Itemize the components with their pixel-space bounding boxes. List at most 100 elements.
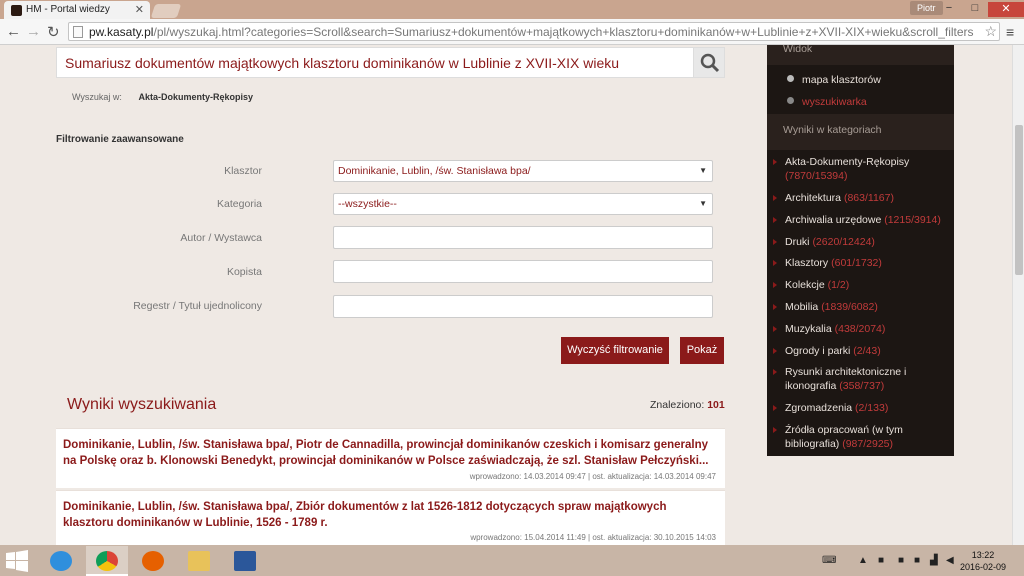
klasztor-select[interactable]: Dominikanie, Lublin, /św. Stanisława bpa… bbox=[333, 160, 713, 182]
sidebar-categories-title: Wyniki w kategoriach bbox=[767, 114, 954, 150]
page-icon bbox=[73, 26, 83, 38]
chevron-right-icon bbox=[773, 369, 777, 375]
scrollbar-thumb[interactable] bbox=[1015, 125, 1023, 275]
found-label: Znaleziono: bbox=[650, 399, 705, 411]
category-name: Zgromadzenia bbox=[785, 402, 853, 414]
sidebar-category[interactable]: Druki (2620/12424) bbox=[773, 235, 945, 249]
chevron-right-icon bbox=[773, 260, 777, 266]
sidebar-link-label: wyszukiwarka bbox=[802, 96, 867, 108]
chevron-right-icon bbox=[773, 282, 777, 288]
network-icon[interactable]: ▟ bbox=[930, 555, 938, 566]
close-window-icon[interactable]: ✕ bbox=[988, 2, 1024, 17]
browser-toolbar: ← → ↻ pw.kasaty.pl/pl/wyszukaj.html?cate… bbox=[0, 19, 1024, 45]
new-tab-button[interactable] bbox=[150, 4, 182, 18]
forward-arrow-icon[interactable]: → bbox=[26, 23, 41, 40]
dropdown-arrow-icon: ▼ bbox=[699, 199, 707, 208]
chevron-right-icon bbox=[773, 427, 777, 433]
tray-app-icon[interactable]: ■ bbox=[878, 555, 884, 566]
sidebar-category[interactable]: Ogrody i parki (2/43) bbox=[773, 344, 945, 358]
volume-icon[interactable]: ◀ bbox=[946, 555, 954, 566]
dropdown-arrow-icon: ▼ bbox=[699, 166, 707, 175]
page-scrollbar[interactable] bbox=[1012, 45, 1024, 545]
sidebar-category[interactable]: Akta-Dokumenty-Rękopisy (7870/15394) bbox=[773, 155, 945, 183]
result-link[interactable]: Dominikanie, Lublin, /św. Stanisława bpa… bbox=[63, 499, 718, 531]
category-count: (1215/3914) bbox=[884, 214, 941, 226]
result-item: Dominikanie, Lublin, /św. Stanisława bpa… bbox=[56, 428, 725, 488]
search-input[interactable]: Sumariusz dokumentów majątkowych klaszto… bbox=[56, 47, 725, 78]
sidebar-category[interactable]: Architektura (863/1167) bbox=[773, 191, 945, 205]
search-scope-label: Wyszukaj w: bbox=[72, 92, 122, 102]
taskbar-firefox[interactable] bbox=[132, 546, 174, 576]
results-count: Znaleziono: 101 bbox=[650, 399, 725, 411]
category-count: (1/2) bbox=[827, 279, 850, 291]
system-clock[interactable]: 13:22 2016-02-09 bbox=[958, 549, 1008, 573]
kategoria-select[interactable]: --wszystkie-- ▼ bbox=[333, 193, 713, 215]
back-arrow-icon[interactable]: ← bbox=[6, 23, 21, 40]
page-content: Sumariusz dokumentów majątkowych klaszto… bbox=[0, 45, 1012, 545]
word-icon bbox=[234, 551, 256, 571]
taskbar-chrome[interactable] bbox=[86, 546, 128, 576]
sidebar-category[interactable]: Kolekcje (1/2) bbox=[773, 278, 945, 292]
autor-input[interactable] bbox=[333, 226, 713, 249]
show-button[interactable]: Pokaż bbox=[680, 337, 724, 364]
result-link[interactable]: Dominikanie, Lublin, /św. Stanisława bpa… bbox=[63, 437, 718, 469]
category-name: Ogrody i parki bbox=[785, 345, 851, 357]
result-meta: wprowadzono: 15.04.2014 11:49 | ost. akt… bbox=[470, 533, 716, 542]
browser-menu-icon[interactable]: ≡ bbox=[1006, 24, 1014, 40]
sidebar-category[interactable]: Archiwalia urzędowe (1215/3914) bbox=[773, 213, 945, 227]
found-count: 101 bbox=[707, 399, 725, 411]
category-count: (7870/15394) bbox=[785, 170, 848, 182]
clock-date: 2016-02-09 bbox=[959, 562, 1007, 572]
tab-title: HM - Portal wiedzy bbox=[26, 4, 110, 15]
filter-label-kopista: Kopista bbox=[226, 266, 262, 278]
sidebar-link-search[interactable]: wyszukiwarka bbox=[787, 96, 867, 108]
category-name: Mobilia bbox=[785, 301, 819, 313]
site-favicon-icon bbox=[11, 5, 22, 16]
sidebar: Widok mapa klasztorów wyszukiwarka Wynik… bbox=[767, 45, 954, 456]
maximize-icon[interactable]: □ bbox=[962, 2, 988, 14]
tray-chevron-icon[interactable]: ▲ bbox=[858, 555, 868, 566]
category-name: Akta-Dokumenty-Rękopisy bbox=[785, 156, 910, 168]
taskbar-ie[interactable] bbox=[40, 546, 82, 576]
result-meta: wprowadzono: 14.03.2014 09:47 | ost. akt… bbox=[469, 472, 716, 481]
sidebar-category[interactable]: Mobilia (1839/6082) bbox=[773, 300, 945, 314]
browser-tab-bar: HM - Portal wiedzy ✕ Piotr − □ ✕ bbox=[0, 0, 1024, 19]
klasztor-value: Dominikanie, Lublin, /św. Stanisława bpa… bbox=[338, 165, 531, 177]
sidebar-category[interactable]: Źródła opracowań (w tym bibliografia) (9… bbox=[773, 423, 945, 451]
chevron-right-icon bbox=[773, 217, 777, 223]
sidebar-link-map[interactable]: mapa klasztorów bbox=[787, 74, 881, 86]
category-count: (863/1167) bbox=[843, 192, 894, 204]
result-item: Dominikanie, Lublin, /św. Stanisława bpa… bbox=[56, 490, 725, 545]
search-scope: Wyszukaj w: Akta-Dokumenty-Rękopisy bbox=[72, 92, 253, 102]
chevron-right-icon bbox=[773, 326, 777, 332]
chevron-right-icon bbox=[773, 159, 777, 165]
chevron-right-icon bbox=[773, 348, 777, 354]
close-tab-icon[interactable]: ✕ bbox=[135, 3, 144, 16]
sidebar-category[interactable]: Klasztory (601/1732) bbox=[773, 256, 945, 270]
internet-explorer-icon bbox=[50, 551, 72, 571]
kopista-input[interactable] bbox=[333, 260, 713, 283]
firefox-icon bbox=[142, 551, 164, 571]
reload-icon[interactable]: ↻ bbox=[47, 23, 60, 41]
taskbar-word[interactable] bbox=[224, 546, 266, 576]
tray-app-icon[interactable]: ■ bbox=[914, 555, 920, 566]
category-count: (2/133) bbox=[855, 402, 889, 414]
sidebar-category[interactable]: Zgromadzenia (2/133) bbox=[773, 401, 945, 415]
sidebar-category[interactable]: Muzykalia (438/2074) bbox=[773, 322, 945, 336]
search-button[interactable] bbox=[693, 48, 724, 77]
tray-app-icon[interactable]: ■ bbox=[898, 555, 904, 566]
minimize-icon[interactable]: − bbox=[936, 2, 962, 14]
clear-filters-button[interactable]: Wyczyść filtrowanie bbox=[561, 337, 669, 364]
category-name: Klasztory bbox=[785, 257, 829, 269]
windows-start-icon[interactable] bbox=[5, 550, 29, 572]
regestr-input[interactable] bbox=[333, 295, 713, 318]
clock-time: 13:22 bbox=[971, 550, 995, 560]
keyboard-icon[interactable]: ⌨ bbox=[822, 555, 836, 566]
taskbar-explorer[interactable] bbox=[178, 546, 220, 576]
bookmark-star-icon[interactable]: ☆ bbox=[982, 23, 997, 40]
browser-tab[interactable]: HM - Portal wiedzy ✕ bbox=[4, 1, 150, 19]
address-bar[interactable]: pw.kasaty.pl/pl/wyszukaj.html?categories… bbox=[68, 22, 1000, 41]
filter-label-regestr: Regestr / Tytuł ujednolicony bbox=[133, 300, 262, 312]
search-scope-value: Akta-Dokumenty-Rękopisy bbox=[138, 92, 253, 102]
sidebar-category[interactable]: Rysunki architektoniczne i ikonografia (… bbox=[773, 365, 945, 393]
